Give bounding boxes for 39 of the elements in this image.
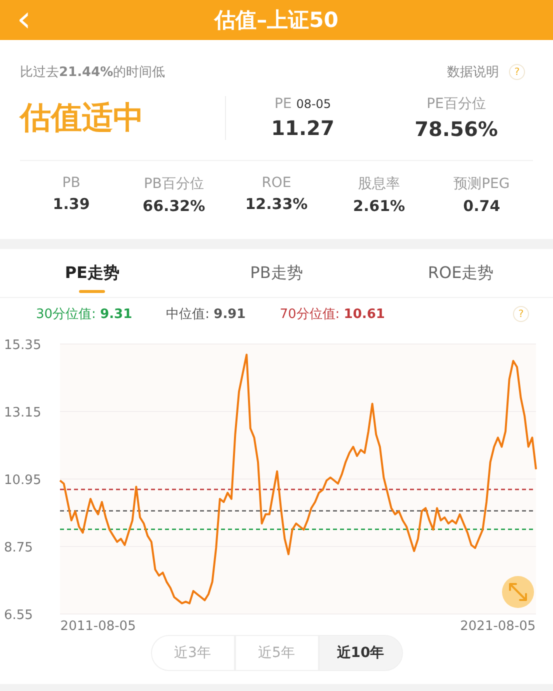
y-tick-label: 15.35 [4,338,42,353]
range-button[interactable]: 近10年 [318,635,402,671]
metric-value: 1.39 [52,195,90,213]
metric-label: 股息率 [358,175,400,193]
metric-label: ROE [262,175,292,191]
metric-value: 0.74 [463,197,500,215]
range-button[interactable]: 近3年 [150,635,234,671]
range-button[interactable]: 近5年 [234,635,318,671]
metric-label: 预测PEG [454,175,510,193]
expand-icon[interactable] [502,576,534,608]
chart-tab[interactable]: PE走势 [0,249,184,297]
metric-value: 66.32% [142,197,206,215]
metric-label: PB [62,175,80,191]
percentile-note: 比过去21.44%的时间低 [20,64,166,81]
x-tick-label: 2011-08-05 [60,619,136,634]
help-icon[interactable]: ? [513,306,529,322]
metric-value: 12.33% [245,195,308,213]
metric-value: 2.61% [353,197,406,215]
chart-tab[interactable]: PB走势 [184,249,369,297]
x-tick-label: 2021-08-05 [460,619,536,634]
page-title: 估值–上证50 [214,7,338,34]
valuation-verdict: 估值适中 [20,99,145,138]
legend-item: 中位值: 9.91 [166,306,246,323]
chart-tab[interactable]: ROE走势 [368,249,553,297]
y-tick-label: 10.95 [4,473,42,488]
pe-date: 08-05 [296,97,332,111]
y-tick-label: 8.75 [4,540,33,556]
pe-label: PE [274,96,292,112]
data-explanation-link[interactable]: 数据说明 [447,63,499,81]
legend-item: 30分位值: 9.31 [36,306,132,323]
pe-value: 11.27 [271,116,334,140]
help-icon[interactable]: ? [509,64,525,80]
metric-label: PB百分位 [144,175,204,193]
y-tick-label: 13.15 [4,406,42,420]
back-button[interactable]: ‹ [8,0,40,40]
legend-item: 70分位值: 10.61 [280,306,385,323]
y-tick-label: 6.55 [4,608,33,623]
pe-percentile-value: 78.56% [414,117,498,141]
pe-percentile-label: PE百分位 [426,95,486,113]
